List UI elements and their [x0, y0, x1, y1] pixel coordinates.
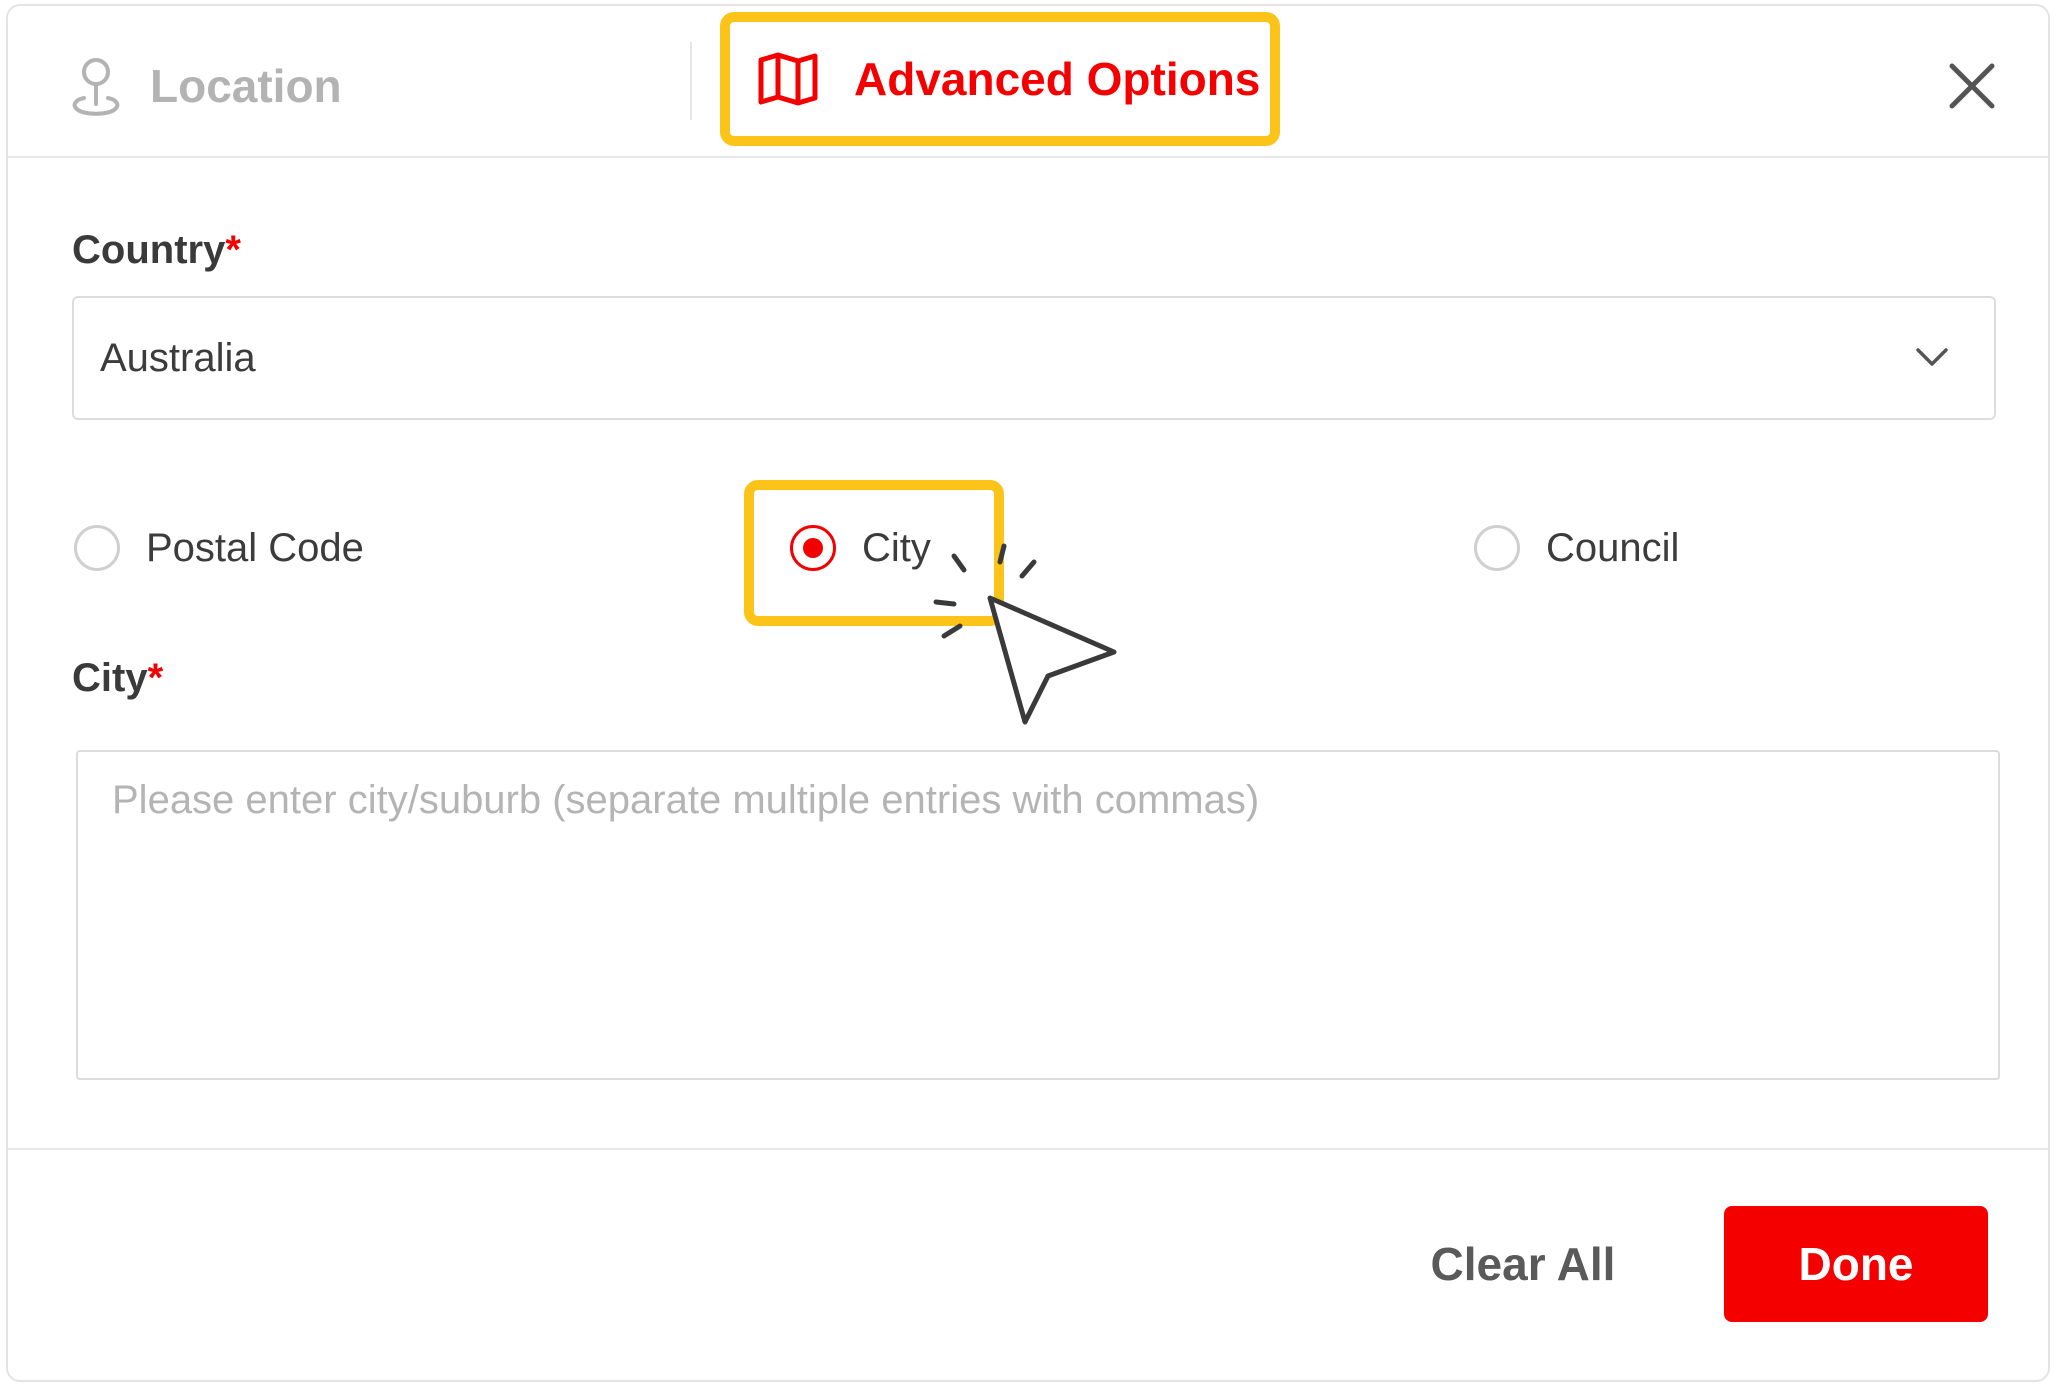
map-pin-icon — [72, 58, 120, 116]
city-label-text: City — [72, 656, 148, 700]
radio-button[interactable] — [74, 525, 120, 571]
country-select-value: Australia — [100, 336, 256, 380]
radio-city-label: City — [862, 525, 931, 570]
required-asterisk: * — [225, 228, 241, 272]
required-asterisk: * — [147, 656, 164, 700]
tab-location[interactable]: Location — [68, 50, 342, 122]
close-icon — [1949, 63, 1995, 109]
radio-postal-code[interactable]: Postal Code — [74, 516, 364, 580]
header-divider — [8, 156, 2048, 158]
click-cursor-icon — [933, 543, 1117, 725]
done-button[interactable]: Done — [1724, 1206, 1988, 1322]
location-dialog: Location Advanced Options Country* Austr… — [6, 4, 2050, 1382]
radio-button-checked[interactable] — [790, 525, 836, 571]
close-button[interactable] — [1944, 58, 2000, 114]
radio-postal-code-label: Postal Code — [146, 525, 364, 570]
country-label-text: Country — [72, 228, 226, 272]
tab-divider — [690, 42, 692, 120]
tab-location-label: Location — [150, 60, 342, 112]
tab-advanced-options-label: Advanced Options — [854, 53, 1261, 105]
radio-button[interactable] — [1474, 525, 1520, 571]
radio-council[interactable]: Council — [1474, 516, 1679, 580]
chevron-down-icon — [1916, 348, 1948, 366]
country-select[interactable]: Australia — [72, 296, 1996, 420]
radio-city[interactable]: City — [790, 516, 931, 580]
radio-council-label: Council — [1546, 525, 1680, 570]
footer-divider — [8, 1148, 2048, 1150]
map-icon — [758, 52, 818, 106]
city-input[interactable] — [76, 750, 2000, 1080]
clear-all-button[interactable]: Clear All — [1408, 1206, 1638, 1322]
country-label: Country* — [72, 228, 241, 273]
city-label: City* — [72, 656, 163, 701]
tab-advanced-options[interactable]: Advanced Options — [720, 12, 1280, 146]
